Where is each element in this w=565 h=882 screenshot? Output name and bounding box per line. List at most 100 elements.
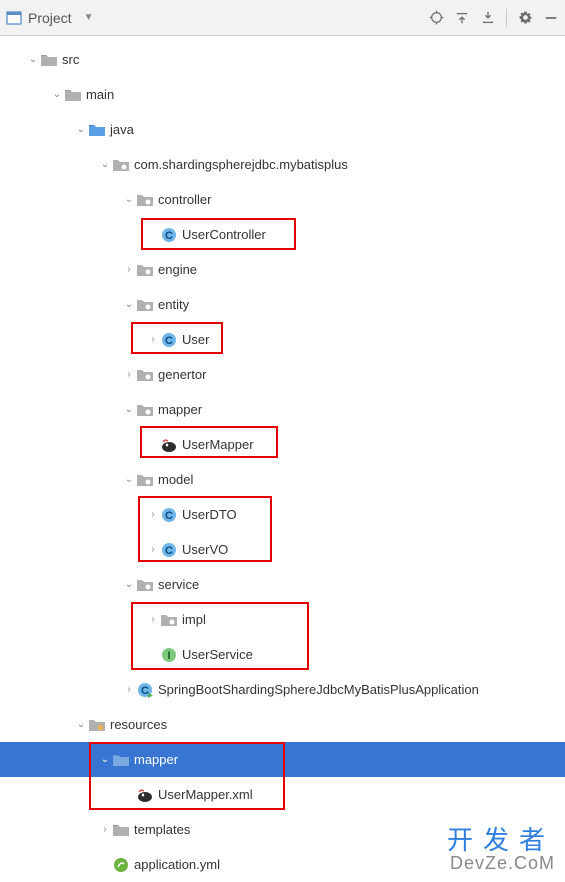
- tree-node-main[interactable]: ⌄ main: [0, 77, 565, 112]
- tree-node-java[interactable]: ⌄ java: [0, 112, 565, 147]
- svg-text:C: C: [165, 545, 173, 557]
- svg-text:I: I: [167, 650, 170, 662]
- tree-label: controller: [158, 192, 211, 207]
- collapse-arrow-icon[interactable]: ›: [122, 369, 136, 380]
- tree-node-usermapper[interactable]: › UserMapper: [0, 427, 565, 462]
- collapse-arrow-icon[interactable]: ›: [122, 264, 136, 275]
- tree-node-userdto[interactable]: › C UserDTO: [0, 497, 565, 532]
- class-icon: C: [160, 506, 178, 524]
- package-icon: [136, 261, 154, 279]
- tree-label: UserController: [182, 227, 266, 242]
- tree-label: UserVO: [182, 542, 228, 557]
- package-icon: [136, 191, 154, 209]
- tree-label: entity: [158, 297, 189, 312]
- tree-node-controller[interactable]: ⌄ controller: [0, 182, 565, 217]
- tree-label: UserService: [182, 647, 253, 662]
- tree-node-usercontroller[interactable]: › C UserController: [0, 217, 565, 252]
- toolbar-divider: [506, 9, 507, 27]
- tree-node-mapper[interactable]: ⌄ mapper: [0, 392, 565, 427]
- folder-icon: [40, 51, 58, 69]
- package-icon: [136, 401, 154, 419]
- collapse-arrow-icon[interactable]: ›: [146, 334, 160, 345]
- svg-text:C: C: [165, 510, 173, 522]
- tree-node-service[interactable]: ⌄ service: [0, 567, 565, 602]
- tree-node-userservice[interactable]: › I UserService: [0, 637, 565, 672]
- tree-label: com.shardingspherejdbc.mybatisplus: [134, 157, 348, 172]
- expand-arrow-icon[interactable]: ⌄: [122, 299, 136, 310]
- tree-node-engine[interactable]: › engine: [0, 252, 565, 287]
- tree-node-usermapper-xml[interactable]: › UserMapper.xml: [0, 777, 565, 812]
- tree-node-application-yml[interactable]: › application.yml: [0, 847, 565, 882]
- expand-arrow-icon[interactable]: ⌄: [98, 754, 112, 765]
- dropdown-icon[interactable]: ▼: [84, 12, 94, 23]
- tree-label: application.yml: [134, 857, 220, 872]
- tree-node-mapper-res[interactable]: ⌄ mapper: [0, 742, 565, 777]
- project-title[interactable]: Project: [28, 10, 72, 26]
- collapse-arrow-icon[interactable]: ›: [122, 684, 136, 695]
- toolbar-left: Project ▼: [6, 10, 93, 26]
- resources-folder-icon: [88, 716, 106, 734]
- tree-node-resources[interactable]: ⌄ resources: [0, 707, 565, 742]
- tree-label: UserMapper: [182, 437, 254, 452]
- tree-node-templates[interactable]: › templates: [0, 812, 565, 847]
- tree-label: mapper: [134, 752, 178, 767]
- svg-text:C: C: [165, 335, 173, 347]
- class-icon: C: [160, 226, 178, 244]
- tree-label: src: [62, 52, 79, 67]
- collapse-arrow-icon[interactable]: ›: [146, 509, 160, 520]
- tree-node-user[interactable]: › C User: [0, 322, 565, 357]
- expand-arrow-icon[interactable]: ⌄: [122, 579, 136, 590]
- tree-label: java: [110, 122, 134, 137]
- expand-all-icon[interactable]: [454, 10, 470, 26]
- tree-label: UserDTO: [182, 507, 237, 522]
- collapse-all-icon[interactable]: [480, 10, 496, 26]
- expand-arrow-icon[interactable]: ⌄: [98, 159, 112, 170]
- expand-arrow-icon[interactable]: ⌄: [26, 54, 40, 65]
- tree-node-impl[interactable]: › impl: [0, 602, 565, 637]
- gear-icon[interactable]: [517, 10, 533, 26]
- tree-label: User: [182, 332, 209, 347]
- package-icon: [112, 156, 130, 174]
- tree-node-src[interactable]: ⌄ src: [0, 42, 565, 77]
- tree-label: engine: [158, 262, 197, 277]
- expand-arrow-icon[interactable]: ⌄: [74, 719, 88, 730]
- package-icon: [136, 576, 154, 594]
- tree-node-genertor[interactable]: › genertor: [0, 357, 565, 392]
- collapse-arrow-icon[interactable]: ›: [146, 544, 160, 555]
- toolbar-right: [428, 9, 559, 27]
- mybatis-icon: [160, 436, 178, 454]
- tree-node-application[interactable]: › C SpringBootShardingSphereJdbcMyBatisP…: [0, 672, 565, 707]
- locate-icon[interactable]: [428, 10, 444, 26]
- folder-icon: [112, 751, 130, 769]
- tree-label: service: [158, 577, 199, 592]
- collapse-arrow-icon[interactable]: ›: [146, 614, 160, 625]
- tree-node-model[interactable]: ⌄ model: [0, 462, 565, 497]
- tree-label: UserMapper.xml: [158, 787, 253, 802]
- package-icon: [160, 611, 178, 629]
- expand-arrow-icon[interactable]: ⌄: [122, 404, 136, 415]
- expand-arrow-icon[interactable]: ⌄: [50, 89, 64, 100]
- collapse-arrow-icon[interactable]: ›: [98, 824, 112, 835]
- tree-label: templates: [134, 822, 190, 837]
- folder-icon: [112, 821, 130, 839]
- source-folder-icon: [88, 121, 106, 139]
- svg-text:C: C: [165, 230, 173, 242]
- tree-node-uservo[interactable]: › C UserVO: [0, 532, 565, 567]
- tree-label: SpringBootShardingSphereJdbcMyBatisPlusA…: [158, 682, 479, 697]
- svg-text:C: C: [141, 685, 149, 697]
- hide-icon[interactable]: [543, 10, 559, 26]
- class-icon: C: [160, 541, 178, 559]
- tree-node-entity[interactable]: ⌄ entity: [0, 287, 565, 322]
- tree-label: genertor: [158, 367, 206, 382]
- tree-node-package[interactable]: ⌄ com.shardingspherejdbc.mybatisplus: [0, 147, 565, 182]
- expand-arrow-icon[interactable]: ⌄: [122, 194, 136, 205]
- tree-label: model: [158, 472, 193, 487]
- expand-arrow-icon[interactable]: ⌄: [122, 474, 136, 485]
- project-toolbar: Project ▼: [0, 0, 565, 36]
- expand-arrow-icon[interactable]: ⌄: [74, 124, 88, 135]
- package-icon: [136, 366, 154, 384]
- interface-icon: I: [160, 646, 178, 664]
- tree-label: impl: [182, 612, 206, 627]
- tree-label: mapper: [158, 402, 202, 417]
- package-icon: [136, 471, 154, 489]
